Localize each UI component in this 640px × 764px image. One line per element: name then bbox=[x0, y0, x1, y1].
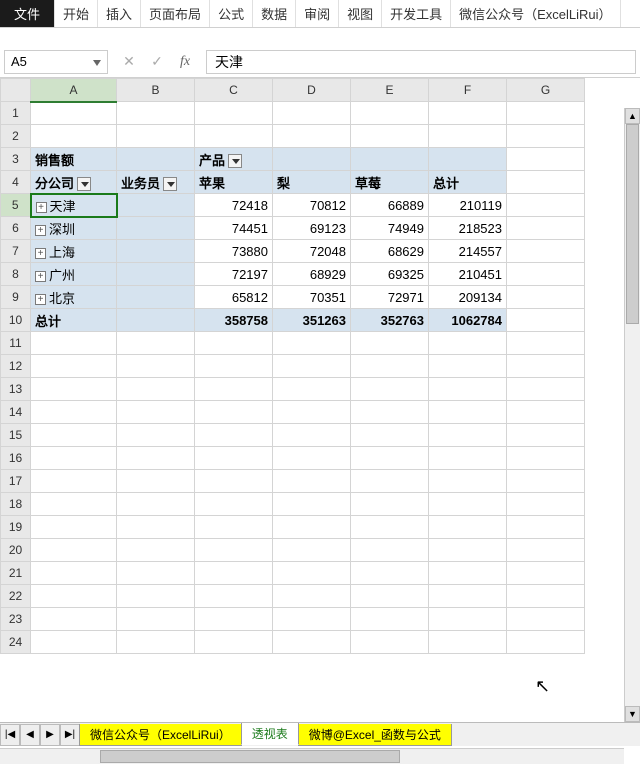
pivot-values-label: 销售额 bbox=[31, 148, 117, 171]
vertical-scrollbar[interactable]: ▲ ▼ bbox=[624, 108, 640, 722]
spreadsheet-table[interactable]: A B C D E F G 1 2 3 销售额 产品 4 分公司 业务员 苹果 … bbox=[0, 78, 585, 654]
pivot-col-field[interactable]: 产品 bbox=[195, 148, 273, 171]
cell[interactable]: 66889 bbox=[351, 194, 429, 217]
pivot-col-total: 总计 bbox=[429, 171, 507, 194]
sheet-nav-next-icon[interactable]: ▶ bbox=[40, 724, 60, 746]
grand-total-label[interactable]: 总计 bbox=[31, 309, 117, 332]
scroll-down-icon[interactable]: ▼ bbox=[625, 706, 640, 722]
row-header-16[interactable]: 16 bbox=[1, 447, 31, 470]
row-header-14[interactable]: 14 bbox=[1, 401, 31, 424]
filter-dropdown-icon[interactable] bbox=[228, 154, 242, 168]
ribbon-tab-wechat[interactable]: 微信公众号（ExcelLiRui） bbox=[451, 0, 620, 27]
row-header-24[interactable]: 24 bbox=[1, 631, 31, 654]
name-box-value: A5 bbox=[11, 54, 27, 69]
formula-bar: A5 ✕ ✓ fx bbox=[0, 46, 640, 78]
sheet-nav-prev-icon[interactable]: ◀ bbox=[20, 724, 40, 746]
ribbon-tab-home[interactable]: 开始 bbox=[55, 0, 98, 27]
sheet-tab-bar: |◀ ◀ ▶ ▶| 微信公众号（ExcelLiRui） 透视表 微博@Excel… bbox=[0, 722, 640, 746]
cell-A5[interactable]: +天津 bbox=[31, 194, 117, 217]
pivot-col-strawberry: 草莓 bbox=[351, 171, 429, 194]
row-header-7[interactable]: 7 bbox=[1, 240, 31, 263]
cell[interactable]: +北京 bbox=[31, 286, 117, 309]
row-header-2[interactable]: 2 bbox=[1, 125, 31, 148]
filter-dropdown-icon[interactable] bbox=[163, 177, 177, 191]
name-box[interactable]: A5 bbox=[4, 50, 108, 74]
ribbon-tab-pagelayout[interactable]: 页面布局 bbox=[141, 0, 210, 27]
row-header-21[interactable]: 21 bbox=[1, 562, 31, 585]
pivot-col-pear: 梨 bbox=[273, 171, 351, 194]
ribbon-tab-developer[interactable]: 开发工具 bbox=[382, 0, 451, 27]
scroll-thumb[interactable] bbox=[626, 124, 639, 324]
formula-input[interactable] bbox=[206, 50, 636, 74]
row-header-12[interactable]: 12 bbox=[1, 355, 31, 378]
enter-icon[interactable]: ✓ bbox=[144, 50, 170, 74]
select-all-corner[interactable] bbox=[1, 79, 31, 102]
cell[interactable]: +深圳 bbox=[31, 217, 117, 240]
row-header-18[interactable]: 18 bbox=[1, 493, 31, 516]
col-header-F[interactable]: F bbox=[429, 79, 507, 102]
filter-dropdown-icon[interactable] bbox=[77, 177, 91, 191]
row-header-3[interactable]: 3 bbox=[1, 148, 31, 171]
row-header-20[interactable]: 20 bbox=[1, 539, 31, 562]
col-header-D[interactable]: D bbox=[273, 79, 351, 102]
col-header-B[interactable]: B bbox=[117, 79, 195, 102]
expand-icon[interactable]: + bbox=[35, 248, 46, 259]
row-header-9[interactable]: 9 bbox=[1, 286, 31, 309]
row-header-15[interactable]: 15 bbox=[1, 424, 31, 447]
cell[interactable]: +广州 bbox=[31, 263, 117, 286]
cancel-icon[interactable]: ✕ bbox=[116, 50, 142, 74]
row-header-13[interactable]: 13 bbox=[1, 378, 31, 401]
cell[interactable]: 72418 bbox=[195, 194, 273, 217]
fx-icon[interactable]: fx bbox=[172, 50, 198, 74]
sheet-tab-pivot[interactable]: 透视表 bbox=[241, 723, 299, 745]
row-header-1[interactable]: 1 bbox=[1, 102, 31, 125]
horizontal-scrollbar[interactable] bbox=[0, 748, 624, 764]
row-header-11[interactable]: 11 bbox=[1, 332, 31, 355]
expand-icon[interactable]: + bbox=[36, 202, 47, 213]
file-tab[interactable]: 文件 bbox=[0, 0, 55, 27]
ribbon-tab-view[interactable]: 视图 bbox=[339, 0, 382, 27]
cell[interactable]: 210119 bbox=[429, 194, 507, 217]
cell[interactable]: +上海 bbox=[31, 240, 117, 263]
scroll-thumb[interactable] bbox=[100, 750, 400, 763]
expand-icon[interactable]: + bbox=[35, 294, 46, 305]
col-header-E[interactable]: E bbox=[351, 79, 429, 102]
ribbon-tab-insert[interactable]: 插入 bbox=[98, 0, 141, 27]
sheet-tab-weibo[interactable]: 微博@Excel_函数与公式 bbox=[298, 724, 452, 746]
grid: A B C D E F G 1 2 3 销售额 产品 4 分公司 业务员 苹果 … bbox=[0, 78, 640, 738]
expand-icon[interactable]: + bbox=[35, 225, 46, 236]
col-header-C[interactable]: C bbox=[195, 79, 273, 102]
row-header-6[interactable]: 6 bbox=[1, 217, 31, 240]
ribbon: 文件 开始 插入 页面布局 公式 数据 审阅 视图 开发工具 微信公众号（Exc… bbox=[0, 0, 640, 28]
row-header-17[interactable]: 17 bbox=[1, 470, 31, 493]
ribbon-tab-data[interactable]: 数据 bbox=[253, 0, 296, 27]
row-header-22[interactable]: 22 bbox=[1, 585, 31, 608]
row-header-19[interactable]: 19 bbox=[1, 516, 31, 539]
ribbon-tab-review[interactable]: 审阅 bbox=[296, 0, 339, 27]
col-header-G[interactable]: G bbox=[507, 79, 585, 102]
ribbon-tab-formulas[interactable]: 公式 bbox=[210, 0, 253, 27]
sheet-tab-wechat[interactable]: 微信公众号（ExcelLiRui） bbox=[79, 724, 242, 746]
expand-icon[interactable]: + bbox=[35, 271, 46, 282]
row-header-10[interactable]: 10 bbox=[1, 309, 31, 332]
cell[interactable]: 70812 bbox=[273, 194, 351, 217]
sheet-nav-last-icon[interactable]: ▶| bbox=[60, 724, 80, 746]
row-header-8[interactable]: 8 bbox=[1, 263, 31, 286]
scroll-up-icon[interactable]: ▲ bbox=[625, 108, 640, 124]
row-header-4[interactable]: 4 bbox=[1, 171, 31, 194]
pivot-row-field-2[interactable]: 业务员 bbox=[117, 171, 195, 194]
pivot-col-apple: 苹果 bbox=[195, 171, 273, 194]
col-header-A[interactable]: A bbox=[31, 79, 117, 102]
row-header-5[interactable]: 5 bbox=[1, 194, 31, 217]
pivot-row-field-1[interactable]: 分公司 bbox=[31, 171, 117, 194]
formula-bar-buttons: ✕ ✓ fx bbox=[116, 50, 198, 74]
sheet-nav-first-icon[interactable]: |◀ bbox=[0, 724, 20, 746]
row-header-23[interactable]: 23 bbox=[1, 608, 31, 631]
